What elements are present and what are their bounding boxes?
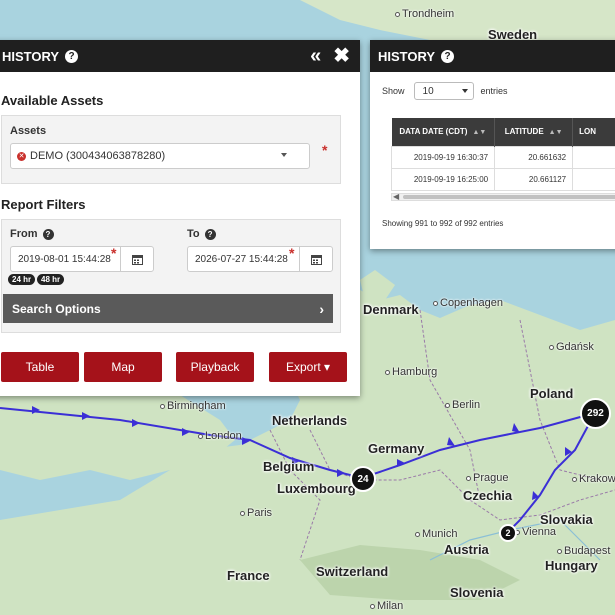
column-header-data-date[interactable]: DATA DATE (CDT) ▲▼	[391, 118, 496, 146]
help-icon[interactable]: ?	[204, 228, 216, 240]
city-label-hamburg: Hamburg	[385, 366, 437, 378]
quick-48hr-button[interactable]: 48 hr	[37, 274, 65, 285]
help-icon[interactable]: ?	[441, 49, 455, 63]
help-icon[interactable]: ?	[65, 49, 79, 63]
collapse-icon[interactable]: «	[310, 46, 321, 66]
column-header-longitude[interactable]: LON	[572, 118, 615, 146]
table-horizontal-scrollbar[interactable]: ◀	[391, 192, 615, 201]
page-length-control: Show 10 entries	[382, 82, 508, 100]
table-row[interactable]: 2019-09-19 16:25:00 20.661127	[390, 167, 615, 191]
history-filter-panel: HISTORY ? « ✖ Available Assets Assets ✕ …	[0, 40, 360, 396]
to-label: To?	[187, 228, 216, 240]
cell-latitude: 20.661632	[494, 145, 574, 169]
required-marker: *	[289, 245, 295, 261]
cell-longitude	[572, 167, 615, 191]
history-panel-header: HISTORY ? « ✖	[0, 40, 360, 72]
cell-longitude	[572, 145, 615, 169]
city-label-krakow: Krakow	[572, 473, 615, 485]
from-calendar-button[interactable]	[120, 246, 154, 272]
city-label-copenhagen: Copenhagen	[433, 297, 503, 309]
city-label-gdansk: Gdańsk	[549, 341, 594, 353]
panel-title: HISTORY	[378, 48, 436, 64]
map-button[interactable]: Map	[84, 352, 162, 382]
asset-chip-label: DEMO (300434063878280)	[30, 150, 166, 162]
city-label-vienna: Vienna	[515, 526, 556, 538]
required-marker: *	[111, 245, 117, 261]
city-label-birmingham: Birmingham	[160, 400, 226, 412]
history-table-panel: HISTORY ? Show 10 entries DATA DATE (CDT…	[370, 40, 615, 249]
panel-title: HISTORY	[2, 48, 60, 64]
calendar-icon	[310, 254, 322, 265]
country-label-germany: Germany	[368, 441, 425, 456]
history-table-header: HISTORY ?	[370, 40, 615, 72]
cell-latitude: 20.661127	[494, 167, 574, 191]
available-assets-heading: Available Assets	[1, 93, 104, 108]
country-label-switzerland: Switzerland	[316, 564, 389, 579]
country-label-poland: Poland	[530, 386, 574, 401]
chevron-down-icon[interactable]	[281, 153, 287, 157]
country-label-slovenia: Slovenia	[450, 585, 504, 600]
country-label-hungary: Hungary	[545, 558, 598, 573]
history-table: DATA DATE (CDT) ▲▼ LATITUDE ▲▼ LON 2019-09…	[390, 118, 615, 191]
map-cluster-2[interactable]: 2	[499, 524, 517, 542]
chevron-right-icon: ›	[319, 300, 324, 317]
map-cluster-24[interactable]: 24	[350, 466, 376, 492]
show-label: Show	[382, 86, 405, 96]
help-icon[interactable]: ?	[42, 228, 54, 240]
country-label-belgium: Belgium	[263, 459, 315, 474]
country-label-denmark: Denmark	[363, 302, 419, 317]
table-row[interactable]: 2019-09-19 16:30:37 20.661632	[390, 145, 615, 169]
city-label-budapest: Budapest	[557, 545, 610, 557]
quick-24hr-button[interactable]: 24 hr	[8, 274, 36, 285]
city-label-paris: Paris	[240, 507, 272, 519]
export-dropdown-button[interactable]: Export ▾	[269, 352, 347, 382]
country-label-france: France	[227, 568, 270, 583]
country-label-slovakia: Slovakia	[540, 512, 593, 527]
calendar-icon	[131, 254, 143, 265]
city-label-trondheim: Trondheim	[395, 8, 454, 20]
city-label-prague: Prague	[466, 472, 508, 484]
map-cluster-292[interactable]: 292	[580, 398, 611, 429]
search-options-label: Search Options	[12, 301, 101, 316]
scroll-left-icon[interactable]: ◀	[393, 192, 399, 201]
assets-well: Assets ✕ DEMO (300434063878280) *	[1, 115, 341, 184]
country-label-netherlands: Netherlands	[272, 413, 348, 428]
to-calendar-button[interactable]	[299, 246, 333, 272]
country-label-austria: Austria	[444, 542, 489, 557]
page-length-select[interactable]: 10	[413, 82, 474, 100]
report-filters-heading: Report Filters	[1, 197, 86, 212]
entries-label: entries	[480, 86, 508, 96]
from-label: From?	[10, 228, 54, 240]
remove-chip-icon[interactable]: ✕	[17, 151, 26, 161]
column-header-latitude[interactable]: LATITUDE ▲▼	[494, 118, 574, 146]
sort-icon[interactable]: ▲▼	[472, 129, 486, 136]
required-marker: *	[322, 142, 328, 158]
city-label-berlin: Berlin	[445, 399, 480, 411]
sort-icon[interactable]: ▲▼	[549, 129, 563, 136]
chevron-down-icon	[461, 89, 468, 93]
cell-data-date: 2019-09-19 16:30:37	[390, 145, 496, 169]
country-label-czechia: Czechia	[463, 488, 513, 503]
assets-select[interactable]: ✕ DEMO (300434063878280)	[10, 143, 310, 169]
table-button[interactable]: Table	[1, 352, 79, 382]
city-label-munich: Munich	[415, 528, 457, 540]
city-label-milan: Milan	[370, 600, 403, 612]
country-label-luxembourg: Luxembourg	[277, 481, 356, 496]
assets-label: Assets	[10, 125, 47, 137]
table-info-text: Showing 991 to 992 of 992 entries	[382, 219, 504, 228]
city-label-london: London	[198, 430, 242, 442]
search-options-toggle[interactable]: Search Options ›	[3, 294, 333, 323]
asset-chip[interactable]: ✕ DEMO (300434063878280)	[11, 150, 165, 162]
scrollbar-thumb[interactable]	[403, 195, 615, 199]
close-icon[interactable]: ✖	[333, 46, 350, 66]
cell-data-date: 2019-09-19 16:25:00	[390, 167, 496, 191]
playback-button[interactable]: Playback	[176, 352, 254, 382]
